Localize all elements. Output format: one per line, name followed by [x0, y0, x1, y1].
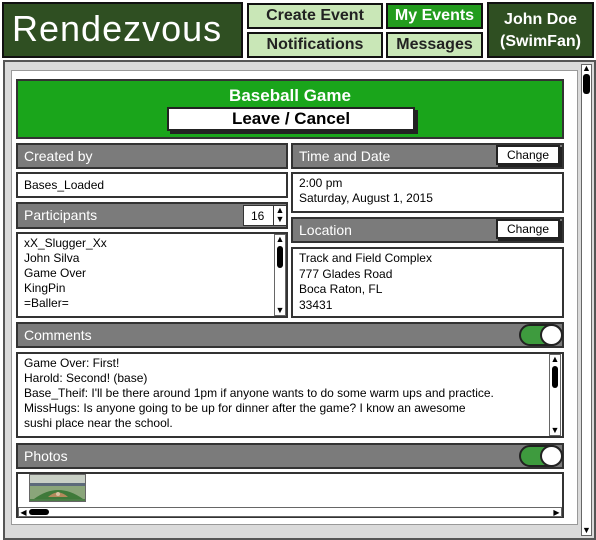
scroll-up-icon[interactable]: ▲: [581, 64, 592, 73]
created-by-value: Bases_Loaded: [16, 172, 288, 198]
leave-cancel-button[interactable]: Leave / Cancel: [167, 107, 415, 131]
participants-count: 16: [251, 209, 265, 223]
change-time-button[interactable]: Change: [496, 145, 560, 165]
scroll-up-icon[interactable]: ▲: [274, 235, 286, 244]
baseball-field-image: [30, 475, 85, 501]
time-date-box: 2:00 pm Saturday, August 1, 2015: [291, 172, 564, 213]
toggle-knob[interactable]: [540, 324, 563, 346]
scroll-down-icon[interactable]: ▼: [274, 306, 286, 315]
messages-button[interactable]: Messages: [386, 32, 483, 58]
user-name: John Doe: [504, 11, 577, 28]
participants-scroll-thumb[interactable]: [277, 246, 283, 268]
user-badge[interactable]: John Doe (SwimFan): [487, 2, 594, 58]
change-location-button[interactable]: Change: [496, 219, 560, 239]
location-line: 33431: [299, 297, 333, 312]
app-title: Rendezvous: [2, 2, 243, 58]
photo-thumbnail[interactable]: [29, 474, 86, 502]
notifications-button[interactable]: Notifications: [247, 32, 383, 58]
participants-list: xX_Slugger_Xx John Silva Game Over KingP…: [16, 232, 288, 318]
photos-label: Photos: [16, 443, 564, 469]
toggle-knob[interactable]: [540, 445, 563, 467]
scroll-down-icon[interactable]: ▼: [581, 526, 592, 535]
list-item[interactable]: xX_Slugger_Xx: [24, 236, 280, 251]
my-events-button[interactable]: My Events: [386, 3, 483, 29]
comment-item: Game Over: First!: [24, 356, 120, 370]
comments-list: Game Over: First! Harold: Second! (base)…: [16, 352, 564, 438]
list-item[interactable]: =Baller=: [24, 296, 280, 311]
event-title: Baseball Game: [229, 86, 351, 105]
scroll-right-icon[interactable]: ▶: [552, 508, 561, 517]
event-date: Saturday, August 1, 2015: [299, 191, 433, 205]
comment-item: Harold: Second! (base): [24, 371, 148, 385]
comments-label: Comments: [16, 322, 564, 348]
photos-scroll-thumb[interactable]: [29, 509, 49, 515]
event-time: 2:00 pm: [299, 176, 343, 190]
page-scroll-thumb[interactable]: [583, 74, 590, 94]
create-event-button[interactable]: Create Event: [247, 3, 383, 29]
location-line: 777 Glades Road: [299, 266, 393, 281]
location-box: Track and Field Complex 777 Glades Road …: [291, 247, 564, 318]
scroll-up-icon[interactable]: ▲: [549, 355, 561, 364]
page-scrollbar[interactable]: [581, 64, 592, 536]
list-item[interactable]: KingPin: [24, 281, 280, 296]
comments-scroll-thumb[interactable]: [552, 366, 558, 388]
location-line: Track and Field Complex: [299, 251, 432, 265]
scroll-left-icon[interactable]: ◀: [19, 508, 28, 517]
list-item[interactable]: John Silva: [24, 251, 280, 266]
list-item[interactable]: Game Over: [24, 266, 280, 281]
created-by-label: Created by: [16, 143, 288, 169]
location-line: Boca Raton, FL: [299, 282, 383, 296]
stepper-arrows-icon[interactable]: ▲ ▼: [273, 206, 286, 225]
user-handle: (SwimFan): [500, 33, 581, 50]
comment-item: sushi place near the school.: [24, 416, 173, 430]
comment-item: MissHugs: Is anyone going to be up for d…: [24, 401, 466, 415]
scroll-down-icon[interactable]: ▼: [549, 426, 561, 435]
photos-horizontal-scrollbar[interactable]: [18, 507, 562, 517]
participants-count-stepper[interactable]: 16 ▲ ▼: [243, 205, 287, 226]
comment-item: Base_Theif: I'll be there around 1pm if …: [24, 386, 494, 400]
